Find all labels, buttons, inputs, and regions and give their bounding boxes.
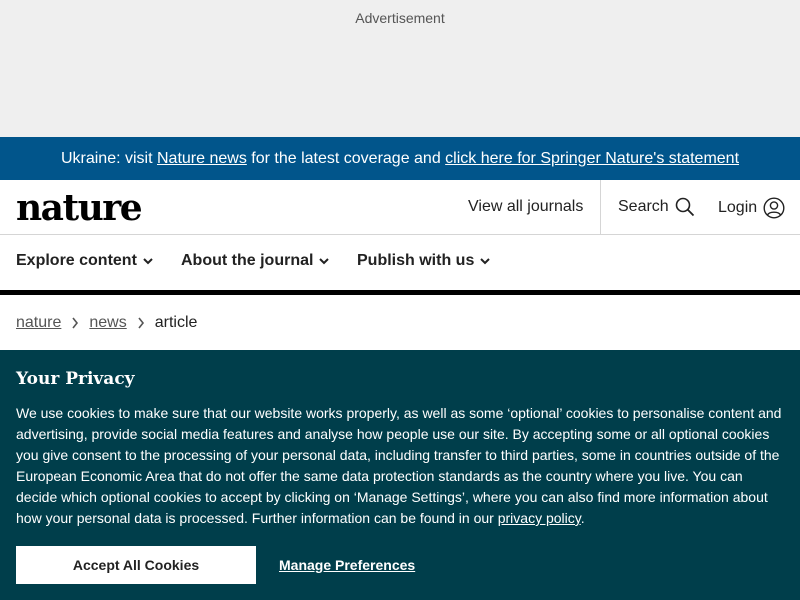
cookie-body-text: We use cookies to make sure that our web… [16, 405, 782, 526]
cookie-body: We use cookies to make sure that our web… [16, 403, 786, 529]
accept-all-cookies-button[interactable]: Accept All Cookies [16, 546, 256, 584]
nature-logo[interactable]: nature [16, 190, 143, 226]
breadcrumb-news[interactable]: news [89, 314, 126, 332]
chevron-down-icon [319, 257, 330, 265]
cookie-consent-dialog: Your Privacy We use cookies to make sure… [0, 350, 800, 600]
nav-item-label: Explore content [16, 252, 137, 269]
search-button[interactable]: Search [618, 197, 695, 217]
chevron-right-icon [71, 317, 79, 329]
site-header: nature View all journals Search Login [0, 180, 800, 235]
nav-about-journal[interactable]: About the journal [181, 252, 330, 270]
chevron-right-icon [137, 317, 145, 329]
chevron-down-icon [143, 257, 153, 265]
nav-item-label: Publish with us [357, 252, 475, 269]
header-divider [600, 180, 601, 234]
banner-prefix: Ukraine: visit [60, 149, 157, 167]
main-nav: Explore content About the journal Publis… [0, 235, 800, 295]
advertisement-label: Advertisement [355, 10, 445, 26]
breadcrumb: nature news article [16, 314, 197, 332]
chevron-down-icon [480, 257, 491, 265]
privacy-policy-link[interactable]: privacy policy [498, 510, 581, 526]
cookie-body-end: . [580, 510, 585, 526]
view-all-journals-link[interactable]: View all journals [468, 198, 583, 216]
nav-explore-content[interactable]: Explore content [16, 252, 153, 270]
cookie-title: Your Privacy [16, 369, 135, 389]
search-icon [675, 197, 695, 217]
nav-publish-with-us[interactable]: Publish with us [357, 252, 491, 270]
breadcrumb-nature[interactable]: nature [16, 314, 61, 332]
manage-preferences-button[interactable]: Manage Preferences [279, 557, 415, 573]
springer-statement-link[interactable]: click here for Springer Nature's stateme… [445, 150, 739, 168]
user-icon [763, 197, 785, 219]
breadcrumb-current: article [154, 314, 198, 331]
login-label: Login [718, 199, 758, 216]
nav-item-label: About the journal [181, 252, 314, 269]
advertisement-area: Advertisement [0, 0, 800, 137]
login-button[interactable]: Login [718, 197, 785, 219]
nature-news-link[interactable]: Nature news [157, 150, 247, 168]
banner-middle: for the latest coverage and [246, 149, 446, 167]
search-label: Search [618, 198, 669, 215]
ukraine-banner: Ukraine: visit Nature news for the lates… [0, 137, 800, 180]
